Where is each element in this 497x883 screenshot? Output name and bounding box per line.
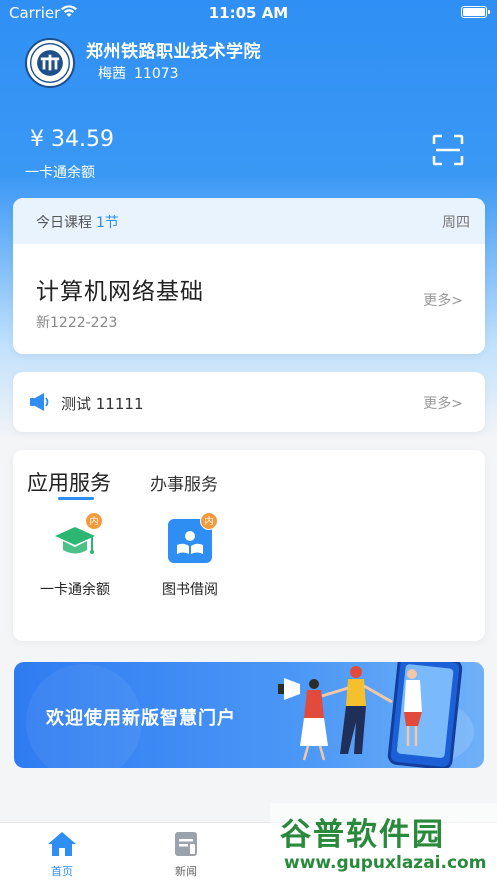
course-more-link[interactable]: 更多> — [423, 290, 463, 310]
course-count: 1节 — [96, 215, 119, 231]
today-courses-label: 今日课程 — [36, 215, 92, 231]
user-id: 11073 — [134, 66, 179, 82]
card-balance-label: 一卡通余额 — [25, 165, 95, 181]
course-card-header: 今日课程 1节 周四 — [13, 198, 485, 244]
notice-text: 测试 11111 — [61, 395, 144, 413]
course-weekday: 周四 — [442, 215, 470, 231]
app-label: 一卡通余额 — [40, 582, 110, 598]
status-time: 11:05 AM — [208, 4, 289, 22]
banner-text: 欢迎使用新版智慧门户 — [46, 708, 236, 729]
megaphone-icon — [30, 393, 49, 411]
card-balance[interactable]: ¥ 34.59 — [30, 127, 114, 152]
welcome-banner[interactable]: 欢迎使用新版智慧门户 — [14, 662, 484, 768]
notice-more-link[interactable]: 更多> — [423, 393, 463, 413]
tab-home[interactable]: 首页 — [22, 831, 102, 879]
school-logo — [25, 38, 75, 88]
user-info: 梅茜 11073 — [98, 63, 179, 83]
status-bar: Carrier 11:05 AM — [0, 0, 497, 26]
services-card: 应用服务 办事服务 内 一卡通余额 内 图书借阅 — [13, 450, 485, 641]
scan-icon[interactable] — [432, 134, 464, 166]
watermark-title: 谷普软件园 — [280, 817, 445, 853]
tab-home-label: 首页 — [51, 865, 73, 878]
news-icon — [175, 832, 197, 856]
notice-card[interactable]: 测试 11111 更多> — [13, 372, 485, 432]
course-header-label: 今日课程 1节 — [36, 212, 119, 232]
school-name: 郑州铁路职业技术学院 — [86, 42, 261, 62]
app-library-borrow[interactable]: 内 图书借阅 — [140, 512, 240, 599]
user-name: 梅茜 — [98, 66, 126, 82]
active-tab-indicator — [58, 497, 94, 500]
watermark-url: www.gupuxlazai.com — [284, 853, 487, 873]
home-icon — [48, 832, 76, 856]
app-label: 图书借阅 — [162, 582, 218, 598]
internal-badge: 内 — [85, 512, 103, 530]
app-library-icon-wrap: 内 — [166, 512, 218, 565]
battery-icon — [461, 6, 490, 18]
internal-badge: 内 — [200, 512, 218, 530]
banner-illustration — [278, 662, 474, 768]
site-watermark: 谷普软件园 www.gupuxlazai.com — [270, 803, 497, 883]
app-card-balance[interactable]: 内 一卡通余额 — [25, 512, 125, 599]
course-name: 计算机网络基础 — [36, 279, 204, 305]
tab-app-services[interactable]: 应用服务 — [27, 467, 111, 497]
tab-news[interactable]: 新闻 — [146, 831, 226, 879]
course-card[interactable]: 今日课程 1节 周四 计算机网络基础 新1222-223 更多> — [13, 198, 485, 354]
course-room: 新1222-223 — [36, 315, 118, 331]
tab-office-services[interactable]: 办事服务 — [150, 470, 218, 495]
app-card-balance-icon-wrap: 内 — [51, 512, 103, 565]
tab-news-label: 新闻 — [175, 865, 197, 878]
